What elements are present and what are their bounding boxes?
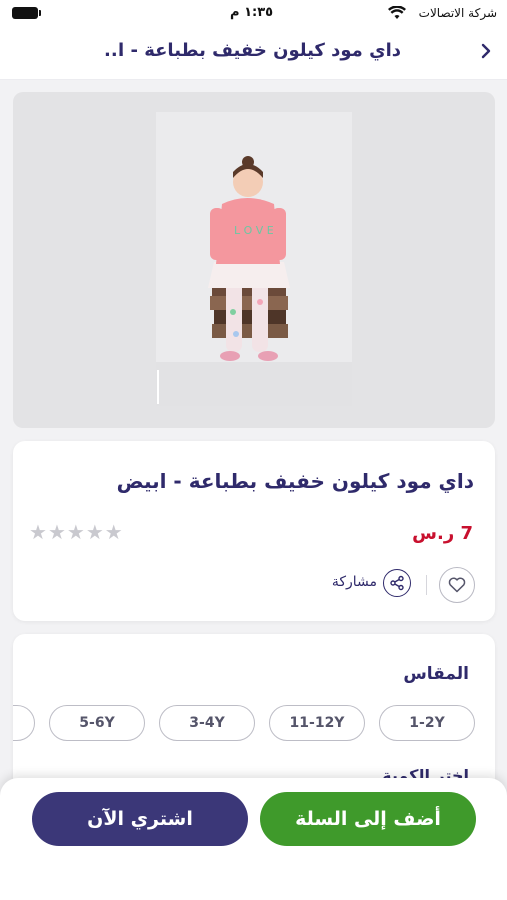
size-option[interactable]: 1-2Y <box>379 705 475 741</box>
top-nav-bar: ... داي مود كيلون خفيف بطباعة - ا <box>0 26 507 80</box>
share-icon <box>390 575 404 591</box>
action-divider <box>426 575 427 595</box>
battery-icon <box>12 7 41 19</box>
star-icon: ★ <box>85 520 104 544</box>
size-option[interactable]: 3-4Y <box>159 705 255 741</box>
size-heading: المقاس <box>403 664 469 684</box>
add-to-cart-button[interactable]: أضف إلى السلة <box>260 792 476 846</box>
favorite-button[interactable] <box>439 567 475 603</box>
product-photo: L O V E <box>156 112 352 406</box>
size-option[interactable]: 5-6Y <box>49 705 145 741</box>
chevron-right-icon <box>481 43 491 59</box>
product-price: 7 ر.س <box>412 523 473 544</box>
back-button[interactable] <box>473 38 499 64</box>
star-icon: ★ <box>104 520 123 544</box>
product-title: داي مود كيلون خفيف بطباعة - ابيض <box>116 469 474 493</box>
svg-text:L O V E: L O V E <box>234 224 274 237</box>
share-label[interactable]: مشاركة <box>332 574 377 590</box>
size-option-partial[interactable] <box>13 705 35 741</box>
carrier-name: شركة الاتصالات <box>418 6 497 20</box>
status-bar: ١:٣٥ م شركة الاتصالات <box>0 0 507 26</box>
star-icon: ★ <box>29 520 47 544</box>
heart-icon <box>448 577 466 593</box>
star-icon: ★ <box>47 520 66 544</box>
share-button[interactable] <box>383 569 411 597</box>
size-option[interactable]: 11-12Y <box>269 705 365 741</box>
buy-now-button[interactable]: اشتري الآن <box>32 792 248 846</box>
rating-stars: ★ ★ ★ ★ ★ <box>29 521 123 543</box>
product-image-gallery[interactable]: L O V E <box>13 92 495 428</box>
wifi-icon <box>388 6 406 19</box>
star-icon: ★ <box>66 520 85 544</box>
bottom-action-bar: أضف إلى السلة اشتري الآن <box>0 778 507 900</box>
status-time: ١:٣٥ م <box>230 5 274 20</box>
product-info-card: داي مود كيلون خفيف بطباعة - ابيض 7 ر.س ★… <box>13 441 495 621</box>
page-title: داي مود كيلون خفيف بطباعة - ا <box>118 40 401 61</box>
